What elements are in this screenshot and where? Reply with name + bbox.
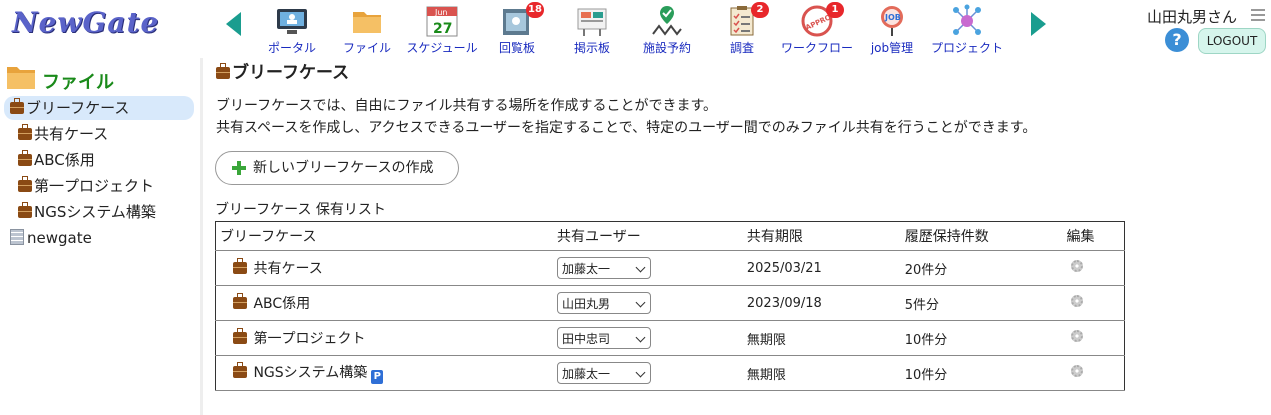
- gear-icon[interactable]: [1070, 365, 1083, 377]
- table-header-row: ブリーフケース 共有ユーザー 共有期限 履歴保持件数 編集: [215, 221, 1125, 251]
- user-name[interactable]: 山田丸男さん: [1147, 6, 1237, 27]
- history-cell: 20件分: [900, 250, 1063, 286]
- briefcase-icon: [18, 176, 32, 192]
- gear-icon[interactable]: [1070, 295, 1083, 307]
- table-row: 第一プロジェクト 田中忠司 無期限 10件分: [215, 320, 1125, 356]
- circular-count-badge: 18: [526, 2, 544, 18]
- nav-prev-arrow-icon[interactable]: [226, 12, 241, 36]
- create-briefcase-button[interactable]: 新しいブリーフケースの作成: [215, 151, 459, 185]
- expiry-cell: 無期限: [742, 355, 901, 391]
- header-expiry: 共有期限: [742, 221, 901, 251]
- briefcase-icon: [216, 63, 230, 79]
- expiry-cell: 無期限: [742, 320, 901, 356]
- sidebar-item-first-project[interactable]: 第一プロジェクト: [18, 174, 154, 198]
- folder-icon: [6, 64, 36, 90]
- building-icon: [10, 229, 24, 245]
- facility-booking-icon: [650, 4, 684, 38]
- nav-item-survey[interactable]: 2 調査: [702, 2, 782, 56]
- briefcase-icon: [233, 362, 247, 378]
- table-row: 共有ケース 加藤太一 2025/03/21 20件分: [215, 250, 1125, 286]
- gear-icon[interactable]: [1070, 260, 1083, 272]
- nav-item-job-management[interactable]: JOB job管理: [852, 4, 932, 56]
- svg-text:JOB: JOB: [884, 13, 901, 22]
- sidebar-item-newgate[interactable]: newgate: [10, 226, 92, 250]
- workflow-count-badge: 1: [826, 2, 844, 18]
- briefcase-name-cell[interactable]: 第一プロジェクト: [215, 320, 554, 356]
- gear-icon[interactable]: [1070, 330, 1083, 342]
- help-icon[interactable]: ?: [1165, 28, 1189, 52]
- nav-item-portal[interactable]: ポータル: [252, 4, 332, 56]
- bulletin-board-icon: [575, 4, 609, 38]
- survey-icon: 2: [725, 2, 769, 38]
- survey-count-badge: 2: [751, 2, 769, 18]
- list-caption: ブリーフケース 保有リスト: [215, 202, 386, 218]
- expiry-cell: 2023/09/18: [742, 285, 901, 321]
- description-line-2: 共有スペースを作成し、アクセスできるユーザーを指定することで、特定のユーザー間で…: [216, 120, 1037, 136]
- nav-item-project[interactable]: プロジェクト: [927, 4, 1007, 56]
- circular-board-icon: 18: [500, 2, 544, 38]
- nav-item-bulletin-board[interactable]: 掲示板: [552, 4, 632, 56]
- svg-text:Jun: Jun: [434, 8, 448, 17]
- header-shared-user: 共有ユーザー: [553, 221, 743, 251]
- logout-button[interactable]: LOGOUT: [1198, 28, 1266, 54]
- shared-user-select[interactable]: 加藤太一: [557, 362, 652, 384]
- history-cell: 10件分: [900, 320, 1063, 356]
- shared-user-select[interactable]: 加藤太一: [557, 257, 652, 279]
- header-briefcase: ブリーフケース: [215, 221, 554, 251]
- nav-item-circular-board[interactable]: 18 回覧板: [477, 2, 557, 56]
- nav-item-file[interactable]: ファイル: [327, 4, 407, 56]
- project-badge-icon: P: [371, 370, 384, 384]
- briefcase-icon: [10, 98, 24, 114]
- header-edit: 編集: [1062, 221, 1125, 251]
- sidebar-item-shared-case[interactable]: 共有ケース: [18, 122, 108, 146]
- folder-icon: [350, 4, 384, 38]
- nav-next-arrow-icon[interactable]: [1031, 12, 1046, 36]
- table-row: ABC係用 山田丸男 2023/09/18 5件分: [215, 285, 1125, 321]
- job-management-icon: JOB: [875, 4, 909, 38]
- briefcase-icon: [233, 258, 247, 274]
- briefcase-name-cell[interactable]: 共有ケース: [215, 250, 554, 286]
- header-history: 履歴保持件数: [900, 221, 1063, 251]
- menu-icon[interactable]: [1251, 9, 1265, 24]
- description-line-1: ブリーフケースでは、自由にファイル共有する場所を作成することができます。: [216, 98, 718, 114]
- history-cell: 5件分: [900, 285, 1063, 321]
- history-cell: 10件分: [900, 355, 1063, 391]
- briefcase-table: ブリーフケース 共有ユーザー 共有期限 履歴保持件数 編集 共有ケース 加藤太一…: [215, 221, 1125, 391]
- table-row: NGSシステム構築 P 加藤太一 無期限 10件分: [215, 355, 1125, 391]
- expiry-cell: 2025/03/21: [742, 250, 901, 286]
- nav-item-workflow[interactable]: APPROVED 1 ワークフロー: [777, 2, 857, 56]
- sidebar-item-briefcase[interactable]: ブリーフケース: [4, 96, 194, 120]
- page-title: ブリーフケース: [216, 58, 349, 83]
- nav-item-facility-booking[interactable]: 施設予約: [627, 4, 707, 56]
- sidebar-item-abc[interactable]: ABC係用: [18, 148, 95, 172]
- shared-user-select[interactable]: 田中忠司: [557, 327, 652, 349]
- shared-user-select[interactable]: 山田丸男: [557, 292, 652, 314]
- plus-icon: [232, 161, 246, 175]
- briefcase-name-cell[interactable]: ABC係用: [215, 285, 554, 321]
- sidebar-item-ngs[interactable]: NGSシステム構築: [18, 200, 156, 224]
- portal-icon: [275, 4, 309, 38]
- briefcase-icon: [233, 293, 247, 309]
- nav-item-schedule[interactable]: Jun 27 スケジュール: [402, 4, 482, 56]
- sidebar: ファイル ブリーフケース 共有ケース ABC係用 第一プロジェクト NGSシステ…: [0, 58, 203, 415]
- briefcase-icon: [233, 328, 247, 344]
- app-logo[interactable]: NewGate: [12, 6, 159, 39]
- workflow-icon: APPROVED 1: [800, 2, 847, 38]
- project-icon: [950, 4, 984, 38]
- briefcase-icon: [18, 124, 32, 140]
- briefcase-icon: [18, 202, 32, 218]
- briefcase-icon: [18, 150, 32, 166]
- svg-text:27: 27: [433, 21, 452, 37]
- briefcase-name-cell[interactable]: NGSシステム構築 P: [215, 355, 554, 391]
- calendar-icon: Jun 27: [425, 4, 459, 38]
